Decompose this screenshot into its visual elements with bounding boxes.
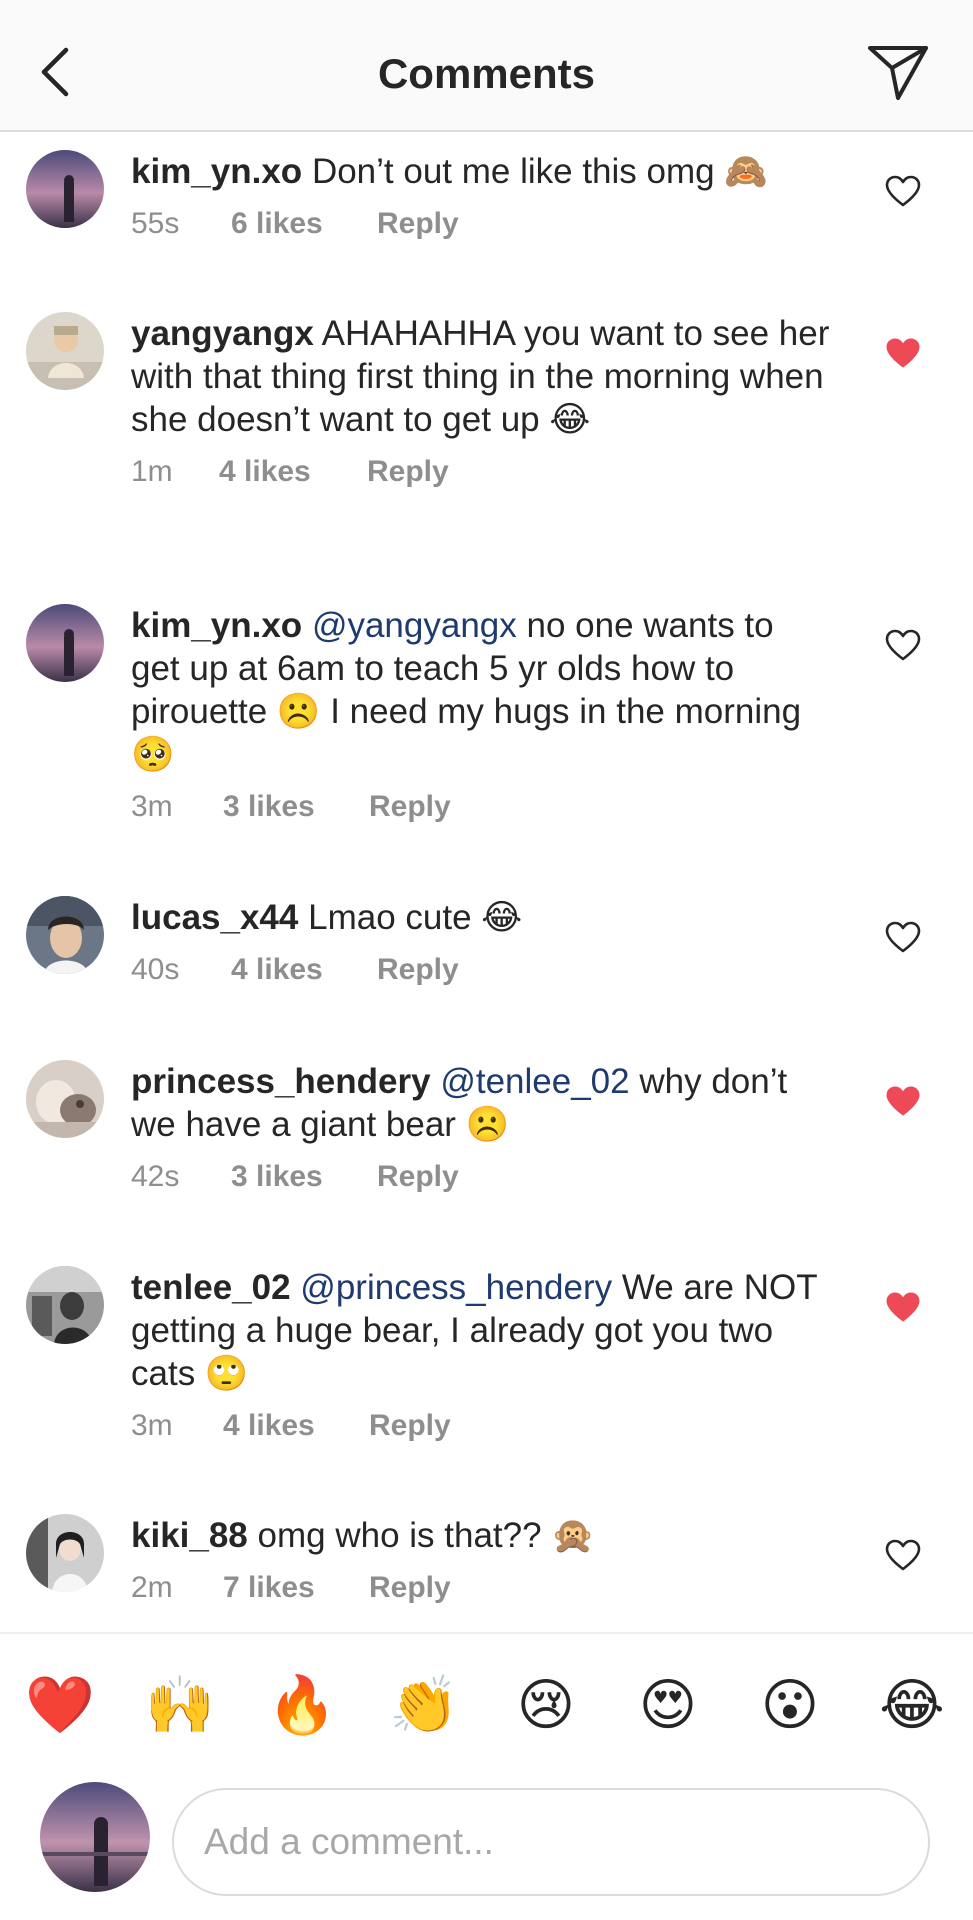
comment-likes[interactable]: 4 likes xyxy=(219,455,367,489)
emoji-heart-button[interactable]: ❤️ xyxy=(24,1670,96,1742)
comment-body: yangyangx AHAHAHHA you want to see her w… xyxy=(131,312,831,489)
comment-meta: 55s 6 likes Reply xyxy=(131,207,831,241)
avatar[interactable] xyxy=(26,1266,104,1344)
emoji-laughing-button[interactable]: 😂 xyxy=(876,1670,948,1742)
comment-text: lucas_x44 Lmao cute 😂 xyxy=(131,896,831,939)
emoji-bar: ❤️ 🙌 🔥 👏 😢 😍 😮 😂 xyxy=(0,1670,973,1742)
comment-time: 40s xyxy=(131,953,180,986)
reply-button[interactable]: Reply xyxy=(369,790,451,824)
heart-outline-icon[interactable] xyxy=(885,628,921,664)
comment-meta: 40s 4 likes Reply xyxy=(131,953,831,987)
comment-mention[interactable]: @tenlee_02 xyxy=(440,1062,629,1101)
comment-body: tenlee_02 @princess_hendery We are NOT g… xyxy=(131,1266,831,1443)
emoji-fire-button[interactable]: 🔥 xyxy=(266,1670,338,1742)
comment-username[interactable]: kim_yn.xo xyxy=(131,606,302,645)
comment-time: 55s xyxy=(131,207,180,240)
comment-body: kiki_88 omg who is that?? 🙊 2m 7 likes R… xyxy=(131,1514,831,1605)
reply-button[interactable]: Reply xyxy=(367,455,449,489)
comment-time: 3m xyxy=(131,790,173,823)
comment-text: tenlee_02 @princess_hendery We are NOT g… xyxy=(131,1266,831,1395)
comment-likes[interactable]: 7 likes xyxy=(223,1571,369,1605)
comment-likes[interactable]: 3 likes xyxy=(223,790,369,824)
comment-meta: 3m 4 likes Reply xyxy=(131,1409,831,1443)
header-bar: Comments xyxy=(0,0,973,132)
avatar[interactable] xyxy=(26,896,104,974)
emoji-heart-eyes-button[interactable]: 😍 xyxy=(632,1670,704,1742)
emoji-clapping-button[interactable]: 👏 xyxy=(388,1670,460,1742)
avatar[interactable] xyxy=(26,312,104,390)
comment-meta: 3m 3 likes Reply xyxy=(131,790,831,824)
reply-button[interactable]: Reply xyxy=(369,1571,451,1605)
comment-meta: 2m 7 likes Reply xyxy=(131,1571,831,1605)
comment-text: kiki_88 omg who is that?? 🙊 xyxy=(131,1514,831,1557)
comments-list[interactable]: kim_yn.xo Don’t out me like this omg 🙈 5… xyxy=(0,134,973,1632)
heart-filled-icon[interactable] xyxy=(885,336,921,372)
page-title: Comments xyxy=(377,50,596,97)
reply-button[interactable]: Reply xyxy=(369,1409,451,1443)
current-user-avatar xyxy=(40,1782,150,1892)
avatar[interactable] xyxy=(26,150,104,228)
comment-body: princess_hendery @tenlee_02 why don’t we… xyxy=(131,1060,831,1194)
comment-composer xyxy=(0,1770,973,1920)
comment-text: princess_hendery @tenlee_02 why don’t we… xyxy=(131,1060,831,1146)
comment-text: kim_yn.xo @yangyangx no one wants to get… xyxy=(131,604,831,776)
emoji-surprised-button[interactable]: 😮 xyxy=(754,1670,826,1742)
reply-button[interactable]: Reply xyxy=(377,1160,459,1194)
reply-button[interactable]: Reply xyxy=(377,953,459,987)
comment-time: 2m xyxy=(131,1571,173,1604)
comment-text: yangyangx AHAHAHHA you want to see her w… xyxy=(131,312,831,441)
comment-time: 42s xyxy=(131,1160,180,1193)
heart-filled-icon[interactable] xyxy=(885,1084,921,1120)
heart-outline-icon[interactable] xyxy=(885,920,921,956)
comment-message: Lmao cute 😂 xyxy=(308,898,523,937)
comment-username[interactable]: lucas_x44 xyxy=(131,898,298,937)
comment-meta: 1m 4 likes Reply xyxy=(131,455,831,489)
comment-mention[interactable]: @princess_hendery xyxy=(300,1268,612,1307)
comment-likes[interactable]: 6 likes xyxy=(231,207,377,241)
emoji-raising-hands-button[interactable]: 🙌 xyxy=(144,1670,216,1742)
comment-body: kim_yn.xo @yangyangx no one wants to get… xyxy=(131,604,831,824)
comment-mention[interactable]: @yangyangx xyxy=(312,606,517,645)
comment-message: Don’t out me like this omg 🙈 xyxy=(311,152,768,191)
comment-username[interactable]: yangyangx xyxy=(131,314,314,353)
send-icon[interactable] xyxy=(866,44,930,102)
heart-outline-icon[interactable] xyxy=(885,174,921,210)
avatar[interactable] xyxy=(26,1514,104,1592)
comment-input[interactable] xyxy=(172,1788,930,1896)
divider xyxy=(0,1632,973,1634)
comment-body: lucas_x44 Lmao cute 😂 40s 4 likes Reply xyxy=(131,896,831,987)
comment-username[interactable]: princess_hendery xyxy=(131,1062,431,1101)
comment-likes[interactable]: 4 likes xyxy=(223,1409,369,1443)
comment-body: kim_yn.xo Don’t out me like this omg 🙈 5… xyxy=(131,150,831,241)
comment-likes[interactable]: 4 likes xyxy=(231,953,377,987)
avatar[interactable] xyxy=(26,604,104,682)
comment-username[interactable]: kim_yn.xo xyxy=(131,152,302,191)
comment-text: kim_yn.xo Don’t out me like this omg 🙈 xyxy=(131,150,831,193)
reply-button[interactable]: Reply xyxy=(377,207,459,241)
avatar[interactable] xyxy=(26,1060,104,1138)
comment-meta: 42s 3 likes Reply xyxy=(131,1160,831,1194)
comment-username[interactable]: tenlee_02 xyxy=(131,1268,291,1307)
comment-likes[interactable]: 3 likes xyxy=(231,1160,377,1194)
comment-time: 1m xyxy=(131,455,173,488)
comment-time: 3m xyxy=(131,1409,173,1442)
heart-outline-icon[interactable] xyxy=(885,1538,921,1574)
heart-filled-icon[interactable] xyxy=(885,1290,921,1326)
comment-username[interactable]: kiki_88 xyxy=(131,1516,248,1555)
comment-message: omg who is that?? 🙊 xyxy=(257,1516,595,1555)
emoji-crying-button[interactable]: 😢 xyxy=(510,1670,582,1742)
